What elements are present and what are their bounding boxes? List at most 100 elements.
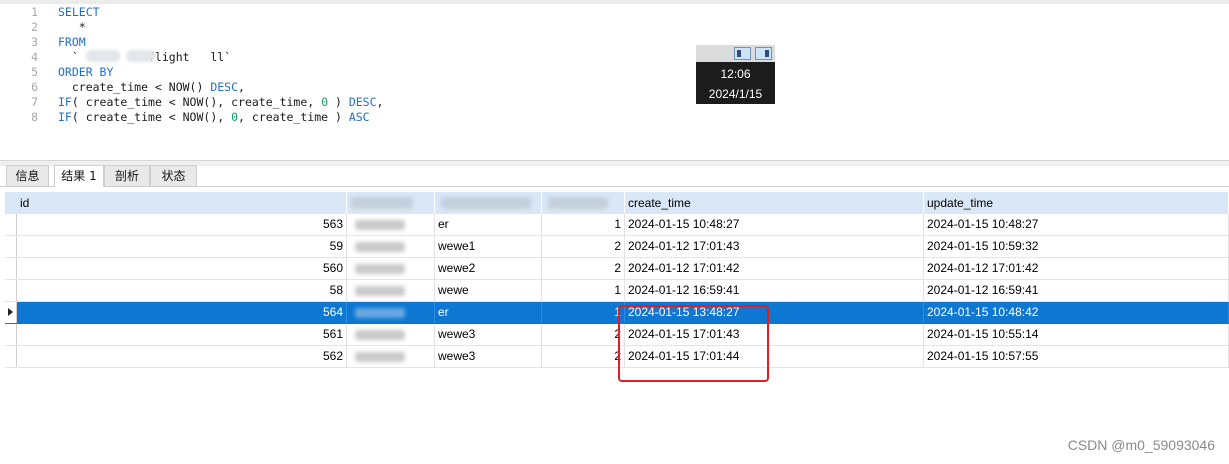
cell-redacted[interactable] bbox=[347, 280, 435, 301]
tab-status[interactable]: 状态 bbox=[150, 165, 197, 186]
cell-id[interactable]: 564 bbox=[17, 302, 347, 323]
cell-create-time[interactable]: 2024-01-12 17:01:42 bbox=[625, 258, 924, 279]
grid-header: id create_time update_time bbox=[5, 192, 1229, 214]
cell-redacted[interactable] bbox=[347, 214, 435, 235]
header-redacted-3[interactable] bbox=[542, 192, 625, 214]
tab-result-1[interactable]: 结果 1 bbox=[54, 165, 104, 187]
cell-name[interactable]: wewe3 bbox=[435, 324, 542, 345]
table-row[interactable]: 560 wewe2 2 2024-01-12 17:01:42 2024-01-12 1… bbox=[5, 258, 1229, 280]
window-layout-icon[interactable] bbox=[755, 47, 772, 60]
line-number: 8 bbox=[31, 110, 38, 124]
sql-editor[interactable]: 1 SELECT 2 * 3 FROM 4 ` flight ll` 5 ORDER BY 6 … bbox=[0, 0, 1229, 160]
cell-redacted[interactable] bbox=[347, 236, 435, 257]
cell-type[interactable]: 2 bbox=[542, 236, 625, 257]
header-update-time[interactable]: update_time bbox=[924, 192, 1229, 214]
cell-create-time[interactable]: 2024-01-12 16:59:41 bbox=[625, 280, 924, 301]
cell-create-time[interactable]: 2024-01-15 10:48:27 bbox=[625, 214, 924, 235]
cell-update-time[interactable]: 2024-01-15 10:59:32 bbox=[924, 236, 1229, 257]
row-indicator[interactable] bbox=[5, 324, 17, 345]
header-create-time[interactable]: create_time bbox=[625, 192, 924, 214]
cell-id[interactable]: 563 bbox=[17, 214, 347, 235]
cell-name[interactable]: wewe3 bbox=[435, 346, 542, 367]
table-row[interactable]: 564 er 1 2024-01-15 13:48:27 2024-01-15 10:4… bbox=[5, 302, 1229, 324]
cell-name[interactable]: wewe1 bbox=[435, 236, 542, 257]
row-indicator[interactable] bbox=[5, 302, 17, 323]
header-id[interactable]: id bbox=[17, 192, 347, 214]
sql-line[interactable]: 6 create_time < NOW() DESC, bbox=[0, 80, 245, 95]
cell-type[interactable]: 1 bbox=[542, 280, 625, 301]
tab-profile[interactable]: 剖析 bbox=[104, 165, 150, 186]
redacted-value bbox=[347, 302, 409, 323]
cell-update-time[interactable]: 2024-01-15 10:48:42 bbox=[924, 302, 1229, 323]
watermark: CSDN @m0_59093046 bbox=[1067, 437, 1215, 453]
cell-create-time[interactable]: 2024-01-12 17:01:43 bbox=[625, 236, 924, 257]
line-number: 4 bbox=[31, 50, 38, 64]
table-row[interactable]: 562 wewe3 2 2024-01-15 17:01:44 2024-01-15 1… bbox=[5, 346, 1229, 368]
cell-update-time[interactable]: 2024-01-12 16:59:41 bbox=[924, 280, 1229, 301]
sql-token: , bbox=[238, 80, 245, 94]
editor-top-border bbox=[0, 0, 1229, 4]
cell-update-time[interactable]: 2024-01-15 10:55:14 bbox=[924, 324, 1229, 345]
sql-line[interactable]: 8 IF( create_time < NOW(), 0, create_time… bbox=[0, 110, 370, 125]
cell-name[interactable]: wewe bbox=[435, 280, 542, 301]
taskbar-strip bbox=[696, 45, 775, 62]
cell-type[interactable]: 1 bbox=[542, 214, 625, 235]
cell-id[interactable]: 560 bbox=[17, 258, 347, 279]
sql-token: 0 bbox=[231, 110, 239, 124]
clock-time: 12:06 bbox=[720, 67, 751, 81]
table-row[interactable]: 59 wewe1 2 2024-01-12 17:01:43 2024-01-15 10… bbox=[5, 236, 1229, 258]
sql-token: 0 bbox=[321, 95, 329, 109]
cell-id[interactable]: 561 bbox=[17, 324, 347, 345]
sql-line[interactable]: 3 FROM bbox=[0, 35, 86, 50]
taskbar-clock[interactable]: 12:06 2024/1/15 bbox=[696, 45, 775, 104]
sql-token: SELECT bbox=[58, 5, 100, 19]
line-number: 5 bbox=[31, 65, 38, 79]
sql-line[interactable]: 2 * bbox=[0, 20, 86, 35]
table-row[interactable]: 561 wewe3 2 2024-01-15 17:01:43 2024-01-15 1… bbox=[5, 324, 1229, 346]
window-layout-icon[interactable] bbox=[734, 47, 751, 60]
sql-line[interactable]: 1 SELECT bbox=[0, 5, 100, 20]
cell-type[interactable]: 2 bbox=[542, 258, 625, 279]
redacted-value bbox=[347, 258, 409, 279]
row-indicator[interactable] bbox=[5, 214, 17, 235]
red-highlight-box bbox=[618, 305, 769, 382]
row-indicator[interactable] bbox=[5, 258, 17, 279]
row-indicator[interactable] bbox=[5, 346, 17, 367]
cell-id[interactable]: 562 bbox=[17, 346, 347, 367]
sql-line[interactable]: 5 ORDER BY bbox=[0, 65, 113, 80]
cell-name[interactable]: wewe2 bbox=[435, 258, 542, 279]
cell-update-time[interactable]: 2024-01-15 10:57:55 bbox=[924, 346, 1229, 367]
cell-update-time[interactable]: 2024-01-12 17:01:42 bbox=[924, 258, 1229, 279]
tab-info[interactable]: 信息 bbox=[6, 165, 49, 186]
table-row[interactable]: 58 wewe 1 2024-01-12 16:59:41 2024-01-12 16:… bbox=[5, 280, 1229, 302]
sql-token: ( create_time < NOW(), create_time, bbox=[71, 95, 322, 109]
redacted-value bbox=[347, 324, 409, 345]
sql-line[interactable]: 7 IF( create_time < NOW(), create_time, 0… bbox=[0, 95, 383, 110]
cell-update-time[interactable]: 2024-01-15 10:48:27 bbox=[924, 214, 1229, 235]
cell-redacted[interactable] bbox=[347, 302, 435, 323]
redacted-value bbox=[347, 236, 409, 257]
redacted-text bbox=[126, 50, 156, 62]
sql-token: DESC bbox=[348, 95, 377, 109]
header-redacted-2[interactable] bbox=[435, 192, 542, 214]
line-number: 3 bbox=[31, 35, 38, 49]
sql-token: , create_time ) bbox=[238, 110, 349, 124]
cell-id[interactable]: 59 bbox=[17, 236, 347, 257]
header-redacted-1[interactable] bbox=[347, 192, 435, 214]
sql-token: ) bbox=[328, 95, 349, 109]
sql-token: , bbox=[376, 95, 384, 109]
cell-redacted[interactable] bbox=[347, 258, 435, 279]
row-indicator[interactable] bbox=[5, 280, 17, 301]
sql-token: ASC bbox=[348, 110, 370, 124]
cell-id[interactable]: 58 bbox=[17, 280, 347, 301]
cell-name[interactable]: er bbox=[435, 214, 542, 235]
cell-redacted[interactable] bbox=[347, 324, 435, 345]
cell-redacted[interactable] bbox=[347, 346, 435, 367]
cell-type[interactable]: 1 bbox=[542, 302, 625, 323]
cell-name[interactable]: er bbox=[435, 302, 542, 323]
line-number: 6 bbox=[31, 80, 38, 94]
cell-type[interactable]: 2 bbox=[542, 324, 625, 345]
cell-type[interactable]: 2 bbox=[542, 346, 625, 367]
row-indicator[interactable] bbox=[5, 236, 17, 257]
table-row[interactable]: 563 er 1 2024-01-15 10:48:27 2024-01-15 10:4… bbox=[5, 214, 1229, 236]
